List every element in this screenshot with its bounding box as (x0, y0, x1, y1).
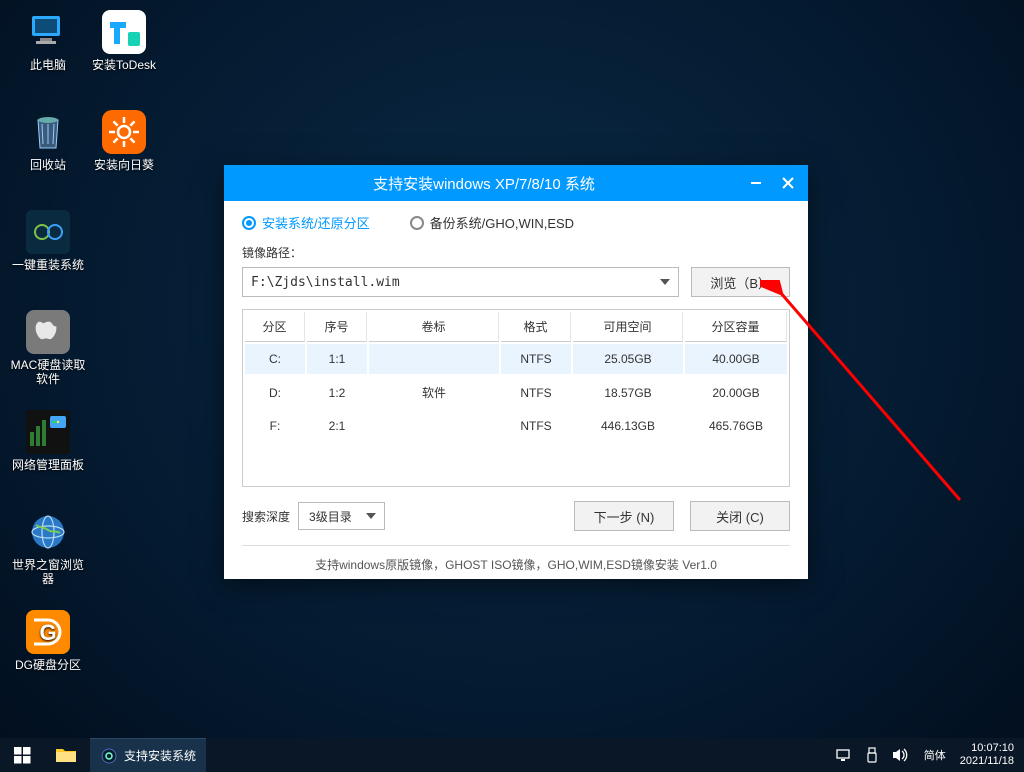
desktop-icon-5[interactable]: MAC硬盘读取软件 (10, 310, 86, 386)
app-icon (26, 310, 70, 354)
cell-format: NTFS (501, 376, 571, 409)
desktop-icon-label: 网络管理面板 (10, 458, 86, 472)
partition-table: 分区 序号 卷标 格式 可用空间 分区容量 C:1:1NTFS25.05GB40… (242, 309, 790, 487)
desktop-icon-4[interactable]: 一键重装系统 (10, 210, 86, 272)
search-depth-value: 3级目录 (309, 508, 352, 525)
dropdown-icon (366, 513, 376, 519)
desktop-icon-label: 回收站 (10, 158, 86, 172)
taskbar-app-installer[interactable]: 支持安装系统 (90, 738, 206, 772)
desktop-icon-label: 此电脑 (10, 58, 86, 72)
gear-icon (100, 747, 118, 765)
radio-dot-icon (410, 216, 424, 230)
next-button[interactable]: 下一步 (N) (574, 501, 674, 531)
window-title: 支持安装windows XP/7/8/10 系统 (234, 173, 734, 194)
app-icon (102, 110, 146, 154)
desktop-icon-0[interactable]: 此电脑 (10, 10, 86, 72)
volume-icon[interactable] (892, 748, 910, 762)
start-button[interactable] (0, 738, 44, 772)
cell-partition: F: (245, 411, 305, 441)
clock[interactable]: 10:07:10 2021/11/18 (960, 742, 1014, 768)
cell-capacity: 40.00GB (685, 344, 787, 374)
minimize-button[interactable] (746, 173, 766, 193)
app-icon (26, 210, 70, 254)
dropdown-icon (660, 279, 670, 285)
desktop-icon-7[interactable]: 世界之窗浏览器 (10, 510, 86, 586)
col-capacity: 分区容量 (685, 312, 787, 342)
cell-label (369, 344, 499, 374)
desktop-icon-label: 安装向日葵 (86, 158, 162, 172)
desktop-icon-label: 世界之窗浏览器 (10, 558, 86, 586)
search-depth-dropdown[interactable]: 3级目录 (298, 502, 385, 530)
desktop-icon-3[interactable]: 安装向日葵 (86, 110, 162, 172)
cell-label: 软件 (369, 376, 499, 409)
cell-index: 2:1 (307, 411, 367, 441)
folder-icon (55, 746, 77, 764)
search-depth-label: 搜索深度 (242, 508, 290, 525)
desktop-icon-1[interactable]: 安装ToDesk (86, 10, 162, 72)
footer-text: 支持windows原版镜像，GHOST ISO镜像，GHO,WIM,ESD镜像安… (242, 545, 790, 573)
taskbar-explorer[interactable] (44, 738, 88, 772)
desktop-icon-label: DG硬盘分区 (10, 658, 86, 672)
app-icon (26, 410, 70, 454)
app-icon (26, 110, 70, 154)
windows-logo-icon (14, 747, 31, 764)
col-label: 卷标 (369, 312, 499, 342)
clock-date: 2021/11/18 (960, 755, 1014, 768)
app-icon (26, 510, 70, 554)
col-format: 格式 (501, 312, 571, 342)
cell-format: NTFS (501, 411, 571, 441)
clock-time: 10:07:10 (960, 742, 1014, 755)
desktop-icon-8[interactable]: G DG硬盘分区 (10, 610, 86, 672)
app-icon (26, 10, 70, 54)
desktop-icon-2[interactable]: 回收站 (10, 110, 86, 172)
col-partition: 分区 (245, 312, 305, 342)
cell-capacity: 465.76GB (685, 411, 787, 441)
taskbar-app-label: 支持安装系统 (124, 747, 196, 764)
system-tray: 简体 10:07:10 2021/11/18 (836, 742, 1024, 768)
cell-free: 25.05GB (573, 344, 683, 374)
network-icon[interactable] (836, 748, 852, 762)
title-bar: 支持安装windows XP/7/8/10 系统 (224, 165, 808, 201)
installer-dialog: 支持安装windows XP/7/8/10 系统 安装系统/还原分区 备份系统/… (224, 165, 808, 579)
col-index: 序号 (307, 312, 367, 342)
radio-install-label: 安装系统/还原分区 (262, 213, 370, 232)
mode-radio-group: 安装系统/还原分区 备份系统/GHO,WIN,ESD (242, 213, 790, 232)
app-icon: G (26, 610, 70, 654)
radio-dot-icon (242, 216, 256, 230)
cell-index: 1:2 (307, 376, 367, 409)
cell-format: NTFS (501, 344, 571, 374)
taskbar: 支持安装系统 简体 10:07:10 2021/11/18 (0, 738, 1024, 772)
browse-button[interactable]: 浏览（B） (691, 267, 790, 297)
ime-indicator[interactable]: 简体 (924, 747, 946, 763)
close-icon (782, 177, 794, 189)
partition-row[interactable]: D:1:2软件NTFS18.57GB20.00GB (245, 376, 787, 409)
desktop-icon-label: 安装ToDesk (86, 58, 162, 72)
cell-free: 446.13GB (573, 411, 683, 441)
cell-partition: D: (245, 376, 305, 409)
close-button[interactable]: 关闭 (C) (690, 501, 790, 531)
desktop-icon-label: 一键重装系统 (10, 258, 86, 272)
partition-row[interactable]: C:1:1 NTFS25.05GB40.00GB (245, 344, 787, 374)
usb-icon[interactable] (866, 747, 878, 763)
image-path-dropdown[interactable]: F:\Zjds\install.wim (242, 267, 679, 297)
app-icon (102, 10, 146, 54)
partition-row[interactable]: F:2:1 NTFS446.13GB465.76GB (245, 411, 787, 441)
radio-backup[interactable]: 备份系统/GHO,WIN,ESD (410, 213, 574, 232)
desktop-icon-label: MAC硬盘读取软件 (10, 358, 86, 386)
desktop-icon-6[interactable]: 网络管理面板 (10, 410, 86, 472)
cell-free: 18.57GB (573, 376, 683, 409)
cell-capacity: 20.00GB (685, 376, 787, 409)
minimize-icon (750, 177, 762, 189)
table-header-row: 分区 序号 卷标 格式 可用空间 分区容量 (245, 312, 787, 342)
radio-install[interactable]: 安装系统/还原分区 (242, 213, 370, 232)
image-path-value: F:\Zjds\install.wim (251, 275, 400, 290)
image-path-label: 镜像路径： (242, 244, 790, 261)
cell-partition: C: (245, 344, 305, 374)
cell-index: 1:1 (307, 344, 367, 374)
cell-label (369, 411, 499, 441)
col-free: 可用空间 (573, 312, 683, 342)
radio-backup-label: 备份系统/GHO,WIN,ESD (430, 213, 574, 232)
close-window-button[interactable] (778, 173, 798, 193)
